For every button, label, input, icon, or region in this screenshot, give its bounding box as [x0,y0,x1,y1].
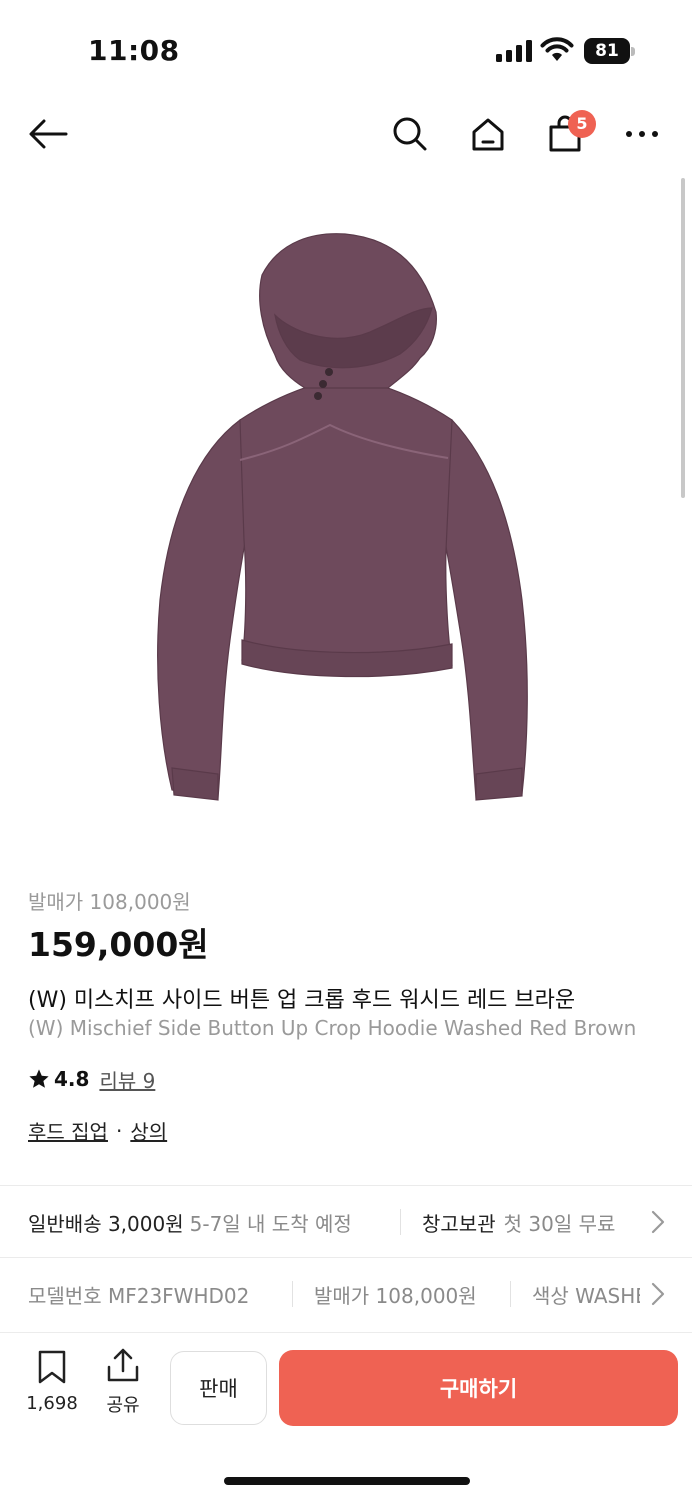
divider [0,1185,692,1186]
specs-row[interactable]: 모델번호 MF23FWHD02 발매가 108,000원 색상 WASHED R… [0,1259,692,1329]
arrow-left-icon [29,119,68,149]
share-icon [107,1348,139,1382]
spec-color: 색상 WASHED RED BROWN [532,1283,640,1308]
product-image[interactable] [130,220,560,820]
shipping-row[interactable]: 일반배송 3,000원 5-7일 내 도착 예정 창고보관 첫 30일 무료 [0,1187,692,1257]
wishlist-count: 1,698 [26,1393,78,1414]
more-horizontal-icon [626,131,658,137]
wishlist-button[interactable]: 1,698 [22,1349,82,1414]
scrollbar[interactable] [681,178,685,498]
cellular-signal-icon [496,40,532,62]
more-options-button[interactable] [620,112,664,156]
product-name-korean: (W) 미스치프 사이드 버튼 업 크롭 후드 워시드 레드 브라운 [28,988,576,1013]
share-button[interactable]: 공유 [98,1347,148,1417]
category-breadcrumb: 후드 집업 · 상의 [28,1116,167,1145]
model-number: 모델번호 MF23FWHD02 [28,1283,250,1308]
battery-level: 81 [584,38,630,64]
shipping-label: 일반배송 3,000원 [28,1211,184,1236]
chevron-right-icon[interactable] [650,1209,666,1235]
search-icon [393,117,427,151]
product-price: 159,000원 [28,925,209,964]
status-time: 11:08 [88,34,180,67]
rating-score: 4.8 [54,1067,90,1091]
home-indicator[interactable] [224,1477,470,1485]
home-button[interactable] [466,112,510,156]
search-button[interactable] [388,112,432,156]
storage-note: 첫 30일 무료 [503,1211,616,1236]
category-separator: · [115,1118,123,1143]
wifi-icon [540,37,574,61]
status-bar: 11:08 81 [0,0,692,100]
sell-button[interactable]: 판매 [170,1351,267,1425]
shipping-option[interactable]: 일반배송 3,000원 5-7일 내 도착 예정 [28,1208,352,1237]
storage-option[interactable]: 창고보관 첫 30일 무료 [422,1208,615,1237]
storage-label: 창고보관 [422,1211,496,1236]
rating-row: 4.8 리뷰 9 [28,1065,155,1093]
category-link-tops[interactable]: 상의 [130,1116,167,1145]
chevron-right-icon[interactable] [650,1281,666,1307]
category-link-hood-zipup[interactable]: 후드 집업 [28,1116,108,1145]
buy-button[interactable]: 구매하기 [279,1350,678,1426]
review-link[interactable]: 리뷰 9 [99,1065,155,1094]
cart-count-badge: 5 [568,110,596,138]
home-icon [472,118,504,151]
battery-icon: 81 [584,38,636,64]
back-button[interactable] [26,112,70,156]
bookmark-icon [38,1350,66,1384]
divider [0,1257,692,1258]
shipping-eta: 5-7일 내 도착 예정 [189,1211,352,1236]
release-price-label: 발매가 108,000원 [28,890,191,914]
bottom-action-bar: 1,698 공유 판매 구매하기 [0,1332,692,1442]
product-name-english: (W) Mischief Side Button Up Crop Hoodie … [28,1016,637,1040]
share-label: 공유 [106,1395,140,1416]
star-icon [29,1069,49,1088]
spec-release-price: 발매가 108,000원 [314,1283,477,1308]
